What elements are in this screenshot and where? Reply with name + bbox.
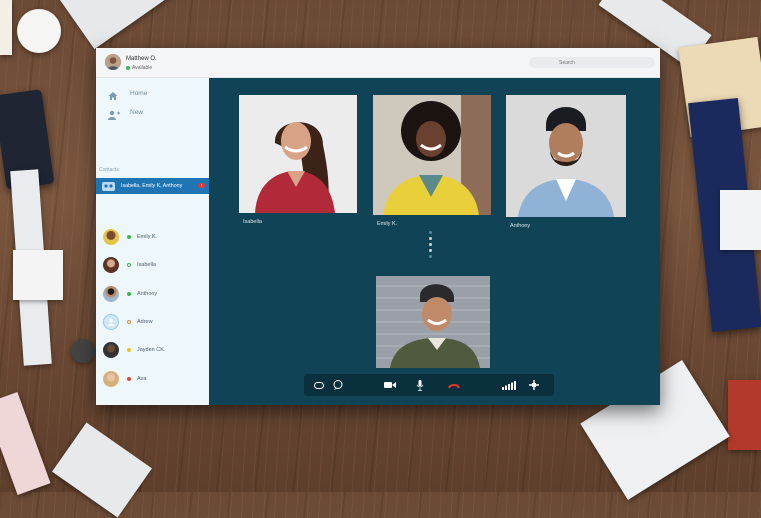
video-tile-anthony[interactable] bbox=[506, 95, 626, 217]
user-status: Available bbox=[126, 65, 152, 71]
contact-item[interactable]: Jayden CK. bbox=[103, 341, 207, 359]
contact-item[interactable]: Anthony bbox=[103, 285, 207, 303]
contact-item[interactable]: Adrew bbox=[103, 313, 207, 331]
page-dot[interactable] bbox=[429, 243, 432, 246]
new-contact-icon bbox=[108, 107, 120, 120]
desk-monitor-top-left bbox=[60, 0, 185, 50]
contact-item[interactable]: Isabella bbox=[103, 256, 207, 274]
page-dot[interactable] bbox=[429, 255, 432, 258]
contact-name: Adrew bbox=[137, 319, 153, 325]
sidebar-item-new[interactable]: New bbox=[108, 105, 144, 120]
contact-name: Isabella bbox=[137, 262, 156, 268]
participant-caption: Isabella bbox=[243, 219, 262, 225]
desk-paper bbox=[0, 0, 12, 55]
title-bar: Matthew O. Available bbox=[96, 48, 660, 78]
contact-item[interactable]: Emily K. bbox=[103, 228, 207, 246]
participant-caption: Anthony bbox=[510, 223, 531, 229]
status-busy-icon bbox=[127, 377, 131, 381]
video-icon[interactable] bbox=[383, 378, 397, 392]
video-call-window: Matthew O. Available Home New Contacts I… bbox=[96, 48, 660, 405]
page-dot[interactable] bbox=[429, 237, 432, 240]
search-input[interactable] bbox=[529, 57, 655, 68]
contact-name: Jayden CK. bbox=[137, 347, 166, 353]
status-online-icon bbox=[127, 292, 131, 296]
user-avatar[interactable] bbox=[105, 54, 121, 70]
contact-avatar bbox=[103, 229, 119, 245]
microphone-icon[interactable] bbox=[413, 378, 427, 392]
user-status-text: Available bbox=[132, 65, 153, 71]
page-dot[interactable] bbox=[429, 249, 432, 252]
contact-avatar bbox=[103, 342, 119, 358]
contact-name: Ava bbox=[137, 376, 147, 382]
desk-monitor-stand-right bbox=[720, 190, 761, 250]
desk-notebook bbox=[0, 391, 51, 496]
end-call-icon[interactable] bbox=[447, 378, 461, 392]
group-chat-icon bbox=[102, 181, 115, 191]
sidebar: Home New Contacts Isabella, Emily K, Ant… bbox=[96, 78, 209, 405]
status-away-icon bbox=[127, 348, 131, 352]
message-icon[interactable] bbox=[331, 378, 345, 392]
contact-avatar bbox=[103, 286, 119, 302]
desk-laptop-bottom-left bbox=[52, 422, 152, 518]
active-group-chat[interactable]: Isabella, Emily K, Anthony • bbox=[96, 178, 209, 194]
home-icon bbox=[108, 88, 118, 100]
video-tile-isabella[interactable] bbox=[239, 95, 357, 213]
contact-avatar bbox=[103, 314, 119, 330]
video-stage: Isabella Emily K. Anthony bbox=[209, 78, 660, 405]
participant-caption: Emily K. bbox=[377, 221, 398, 227]
coffee-cup bbox=[17, 9, 61, 53]
sidebar-item-label: Home bbox=[130, 89, 148, 97]
desk-monitor-stand-left bbox=[13, 250, 63, 300]
status-offline-icon bbox=[127, 320, 131, 324]
status-dot bbox=[126, 65, 130, 70]
page-dot[interactable] bbox=[429, 231, 432, 234]
video-tile-emily[interactable] bbox=[373, 95, 491, 215]
contact-name: Anthony bbox=[137, 291, 158, 297]
chat-icon[interactable] bbox=[312, 378, 326, 392]
sidebar-item-home[interactable]: Home bbox=[108, 86, 147, 100]
video-tile-self[interactable] bbox=[376, 276, 490, 368]
unread-badge: • bbox=[198, 183, 205, 188]
sidebar-item-label: New bbox=[130, 108, 144, 116]
signal-icon[interactable] bbox=[502, 378, 516, 392]
contact-item[interactable]: Ava bbox=[103, 370, 207, 388]
desk-book-bottom-right bbox=[728, 380, 761, 450]
pagination-dots bbox=[429, 231, 433, 261]
user-name: Matthew O. bbox=[126, 56, 157, 62]
contact-avatar bbox=[103, 257, 119, 273]
contacts-header: Contacts bbox=[99, 167, 119, 173]
call-controls-bar bbox=[304, 374, 554, 396]
settings-icon[interactable] bbox=[527, 378, 541, 392]
active-chat-label: Isabella, Emily K, Anthony bbox=[121, 183, 183, 189]
desk-lens-cap bbox=[71, 339, 95, 363]
contact-name: Emily K. bbox=[137, 234, 158, 240]
contact-avatar bbox=[103, 371, 119, 387]
status-online-icon bbox=[127, 235, 131, 239]
status-online-icon bbox=[127, 263, 131, 267]
